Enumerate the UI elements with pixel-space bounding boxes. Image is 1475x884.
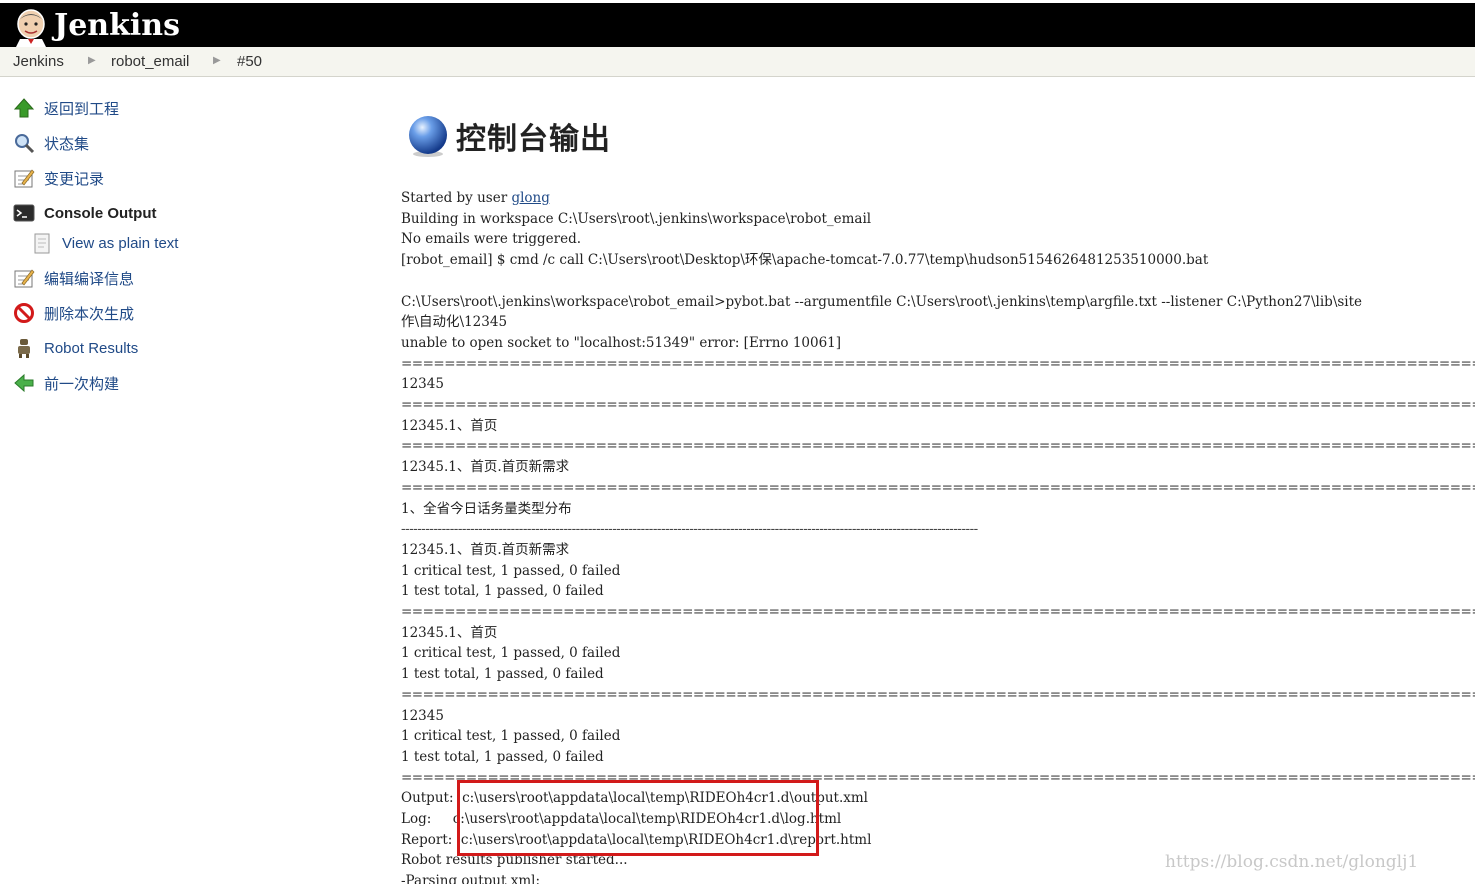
console-separator: ========================================… [401, 356, 1475, 372]
console-line: 1 critical test, 1 passed, 0 failed [401, 645, 621, 661]
sidebar-item-label: 返回到工程 [44, 100, 120, 118]
notepad-icon [12, 166, 36, 190]
console-separator: ========================================… [401, 770, 1475, 786]
header-bar: Jenkins [0, 0, 1475, 47]
console-separator: ========================================… [401, 397, 1475, 413]
console-line: 12345.1、首页.首页新需求 [401, 459, 570, 475]
breadcrumb-build[interactable]: #50 [237, 53, 262, 70]
console-line: 12345.1、首页 [401, 418, 498, 434]
sidebar-item-label: 变更记录 [44, 170, 105, 188]
sidebar-item-delete-build[interactable]: 删除本次生成 [12, 300, 134, 326]
breadcrumb-jenkins[interactable]: Jenkins [13, 53, 64, 70]
console-line: 作\自动化\12345 [401, 314, 508, 330]
page-title: 控制台输出 [456, 123, 611, 156]
sidebar-item-label: Robot Results [44, 339, 139, 357]
console-separator: ========================================… [401, 604, 1475, 620]
left-arrow-icon [12, 371, 36, 395]
page-header: 控制台输出 [406, 114, 611, 158]
console-output: Started by user glong Building in worksp… [401, 188, 1475, 884]
sidebar-item-label: View as plain text [62, 234, 179, 252]
console-line: 1 test total, 1 passed, 0 failed [401, 749, 604, 765]
console-line-started: Started by user glong [401, 188, 550, 208]
sidebar-item-view-as-plain-text[interactable]: View as plain text [30, 230, 178, 256]
console-line: 12345.1、首页 [401, 625, 498, 641]
sidebar-item-label: 状态集 [44, 135, 90, 153]
up-arrow-icon [12, 96, 36, 120]
console-line: 1 test total, 1 passed, 0 failed [401, 666, 604, 682]
breadcrumb-separator-icon: ▶ [88, 55, 96, 66]
console-line: unable to open socket to "localhost:5134… [401, 335, 842, 351]
console-line: 1 critical test, 1 passed, 0 failed [401, 563, 621, 579]
sidebar-item-label: Console Output [44, 204, 157, 222]
user-link[interactable]: glong [511, 190, 549, 206]
console-line: Log: c:\users\root\appdata\local\temp\RI… [401, 811, 842, 827]
sidebar-item-console-output[interactable]: Console Output [12, 200, 157, 226]
sidebar-item-robot-results[interactable]: Robot Results [12, 335, 138, 361]
robot-icon [12, 336, 36, 360]
console-line: 1、全省今日话务量类型分布 [401, 501, 572, 517]
console-line: Output: c:\users\root\appdata\local\temp… [401, 790, 868, 806]
terminal-icon [12, 201, 36, 225]
sidebar-item-back-to-project[interactable]: 返回到工程 [12, 95, 119, 121]
sidebar-item-label: 前一次构建 [44, 375, 120, 393]
console-line: 12345.1、首页.首页新需求 [401, 542, 570, 558]
blue-ball-icon [409, 116, 447, 157]
magnifier-icon [12, 131, 36, 155]
console-line: Robot results publisher started... [401, 852, 628, 868]
breadcrumb-robot-email[interactable]: robot_email [111, 53, 189, 70]
watermark: https://blog.csdn.net/glonglj1 [1165, 852, 1419, 872]
console-separator: ----------------------------------------… [401, 521, 978, 537]
sidebar-item-label: 编辑编译信息 [44, 270, 135, 288]
sidebar-item-previous-build[interactable]: 前一次构建 [12, 370, 119, 396]
console-line: 12345 [401, 376, 444, 392]
no-entry-icon [12, 301, 36, 325]
breadcrumb-separator-icon: ▶ [213, 55, 221, 66]
console-separator: ========================================… [401, 480, 1475, 496]
console-line: 1 test total, 1 passed, 0 failed [401, 583, 604, 599]
document-icon [30, 231, 54, 255]
console-separator: ========================================… [401, 687, 1475, 703]
app-title[interactable]: Jenkins [54, 6, 180, 46]
breadcrumb: Jenkins ▶ robot_email ▶ #50 [0, 47, 1475, 77]
console-text: Started by user [401, 190, 512, 206]
jenkins-logo-icon[interactable] [12, 7, 50, 47]
console-separator: ========================================… [401, 438, 1475, 454]
console-line: Report: c:\users\root\appdata\local\temp… [401, 832, 872, 848]
console-line: [robot_email] $ cmd /c call C:\Users\roo… [401, 252, 1209, 268]
sidebar-item-label: 删除本次生成 [44, 305, 135, 323]
notepad-edit-icon [12, 266, 36, 290]
sidebar-item-changes[interactable]: 变更记录 [12, 165, 104, 191]
console-line: C:\Users\root\.jenkins\workspace\robot_e… [401, 294, 1363, 310]
sidebar-item-edit-build-info[interactable]: 编辑编译信息 [12, 265, 134, 291]
console-line: 1 critical test, 1 passed, 0 failed [401, 728, 621, 744]
console-line: No emails were triggered. [401, 231, 582, 247]
console-line: -Parsing output xml: [401, 873, 540, 884]
sidebar-item-status[interactable]: 状态集 [12, 130, 89, 156]
console-line: Building in workspace C:\Users\root\.jen… [401, 211, 872, 227]
console-line: 12345 [401, 708, 444, 724]
